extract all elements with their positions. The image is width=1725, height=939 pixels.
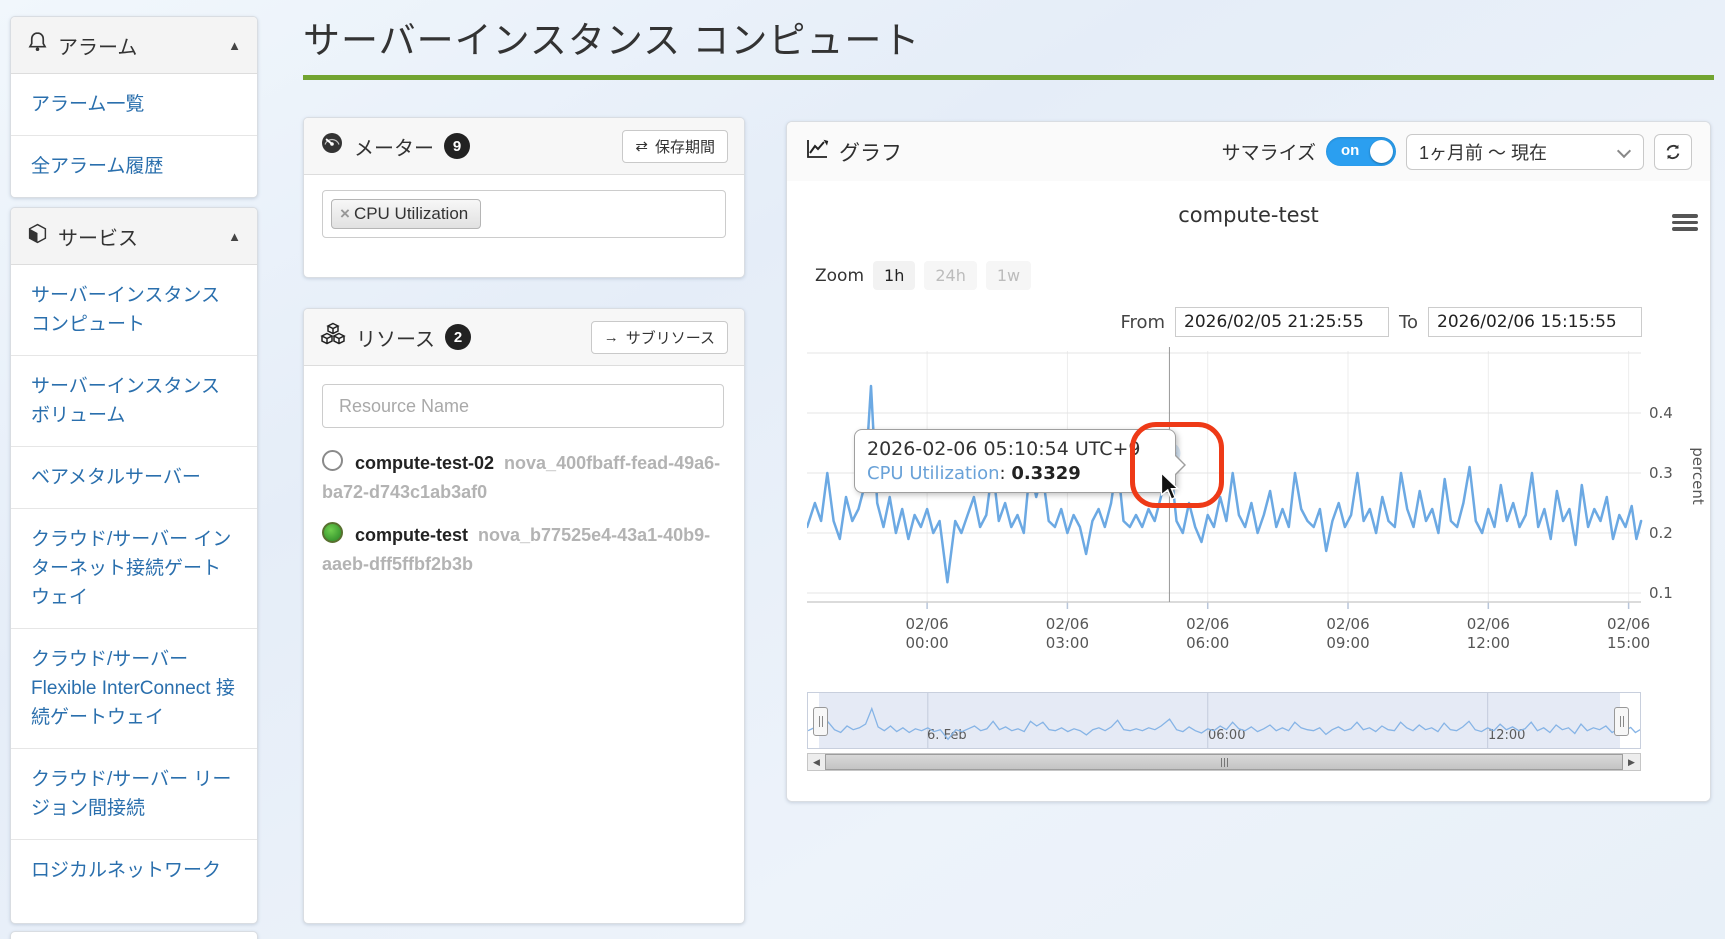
graph-panel: グラフ サマライズ on 1ヶ月前 〜 現在 compute-test Zoom… <box>786 121 1711 802</box>
cubes-icon <box>320 322 346 352</box>
summarize-label: サマライズ <box>1221 143 1316 164</box>
subresource-button[interactable]: → サブリソース <box>590 320 728 354</box>
meter-panel-title: メーター <box>354 137 434 160</box>
cube-icon <box>27 223 48 250</box>
tooltip-datetime: 2026-02-06 05:10:54 UTC+9 <box>867 438 1141 460</box>
graph-panel-title: グラフ <box>839 141 902 165</box>
swap-arrows-icon: ⇄ <box>635 138 648 155</box>
zoom-label: Zoom <box>815 265 865 286</box>
sidebar-service-card: サービス ▲ サーバーインスタンス コンピュート サーバーインスタンス ボリュー… <box>10 207 258 924</box>
from-datetime-input[interactable] <box>1175 307 1390 337</box>
sidebar-item-baremetal-server[interactable]: ベアメタルサーバー <box>11 447 257 509</box>
svg-text:02/0609:00: 02/06 09:00 <box>1326 615 1369 652</box>
zoom-24h-button: 24h <box>924 261 977 290</box>
radio-checked-icon[interactable] <box>322 522 343 543</box>
sidebar-item-server-instance-compute[interactable]: サーバーインスタンス コンピュート <box>11 265 257 356</box>
toggle-knob <box>1370 140 1393 163</box>
sidebar-section-service[interactable]: サービス ▲ <box>11 208 257 265</box>
to-label: To <box>1399 311 1418 333</box>
sidebar-item-alarm-list[interactable]: アラーム一覧 <box>11 74 257 136</box>
radio-unchecked-icon[interactable] <box>322 450 343 471</box>
sidebar-section-alarm-label: アラーム <box>58 36 138 59</box>
resource-count-badge: 2 <box>445 324 471 350</box>
tooltip-series: CPU Utilization <box>867 463 1000 484</box>
svg-text:02/0612:00: 02/06 12:00 <box>1467 615 1510 652</box>
monitoring-page: アラーム ▲ アラーム一覧 全アラーム履歴 サービス ▲ サーバーインスタンス … <box>0 0 1725 939</box>
summarize-toggle[interactable]: on <box>1326 137 1396 166</box>
sidebar-section-service-label: サービス <box>58 227 138 250</box>
sidebar-item-internet-gateway[interactable]: クラウド/サーバー インターネット接続ゲートウェイ <box>11 509 257 629</box>
sidebar-section-alarm[interactable]: アラーム ▲ <box>11 17 257 74</box>
resource-list: compute-test-02 nova_400fbaff-fead-49a6-… <box>322 449 726 593</box>
remove-chip-icon[interactable]: × <box>340 204 350 224</box>
refresh-button[interactable] <box>1654 133 1692 170</box>
chart-area[interactable]: compute-test Zoom 1h 24h 1w From To 02/0… <box>787 181 1710 801</box>
refresh-icon <box>1666 144 1680 159</box>
mouse-cursor-icon <box>1160 473 1180 501</box>
chart-title: compute-test <box>1178 203 1319 227</box>
time-range-select[interactable]: 1ヶ月前 〜 現在 <box>1406 133 1644 170</box>
svg-text:02/0606:00: 02/06 06:00 <box>1186 615 1229 652</box>
zoom-1w-button: 1w <box>985 261 1032 290</box>
to-datetime-input[interactable] <box>1428 307 1642 337</box>
scrollbar-thumb[interactable] <box>825 754 1623 770</box>
sidebar-item-logical-network[interactable]: ロジカルネットワーク <box>11 840 257 901</box>
chart-context-menu-icon[interactable] <box>1672 214 1698 234</box>
chart-line-icon <box>805 138 829 166</box>
collapse-caret-icon: ▲ <box>228 228 241 244</box>
chevron-down-icon <box>1616 143 1632 158</box>
resource-row-compute-test[interactable]: compute-test nova_b77525e4-43a1-40b9-aae… <box>322 521 726 579</box>
svg-text:0.4: 0.4 <box>1649 404 1673 422</box>
zoom-1h-button[interactable]: 1h <box>873 261 916 290</box>
resource-panel-title: リソース <box>356 328 435 351</box>
gauge-icon <box>320 131 344 161</box>
scrollbar-right-arrow[interactable]: ▶ <box>1623 754 1640 770</box>
tooltip-value: 0.3329 <box>1011 463 1081 484</box>
svg-text:0.3: 0.3 <box>1649 464 1673 482</box>
meter-chip: × CPU Utilization <box>331 199 482 229</box>
meter-select-box[interactable]: × CPU Utilization <box>322 190 726 238</box>
navigator-right-handle[interactable] <box>1614 707 1629 736</box>
page-title: サーバーインスタンス コンピュート <box>303 20 921 61</box>
retention-period-button[interactable]: ⇄ 保存期間 <box>622 129 728 163</box>
main-chart-svg[interactable]: 02/06 00:00 02/06 03:00 02/06 06:00 02/06 09:00… <box>807 341 1707 661</box>
sidebar-alarm-card: アラーム ▲ アラーム一覧 全アラーム履歴 <box>10 16 258 198</box>
chart-scrollbar[interactable]: ◀ ▶ <box>807 753 1641 771</box>
navigator-svg: 6. Feb 06:00 12:00 <box>808 693 1640 748</box>
meter-chip-label: CPU Utilization <box>353 204 469 223</box>
resource-row-compute-test-02[interactable]: compute-test-02 nova_400fbaff-fead-49a6-… <box>322 449 726 507</box>
toggle-on-label: on <box>1341 142 1360 159</box>
sidebar-item-alarm-history[interactable]: 全アラーム履歴 <box>11 136 257 197</box>
sidebar-item-fic-gateway[interactable]: クラウド/サーバー Flexible InterConnect 接続ゲートウェイ <box>11 629 257 749</box>
svg-text:0.1: 0.1 <box>1649 584 1673 602</box>
resource-panel: リソース 2 → サブリソース compute-test-02 nova_400… <box>303 308 745 924</box>
svg-text:percent: percent <box>1689 447 1707 505</box>
sidebar-item-inter-region[interactable]: クラウド/サーバー リージョン間接続 <box>11 749 257 840</box>
collapse-caret-icon: ▲ <box>228 37 241 53</box>
sidebar-item-server-instance-volume[interactable]: サーバーインスタンス ボリューム <box>11 356 257 447</box>
meter-count-badge: 9 <box>444 133 470 159</box>
svg-text:02/0600:00: 02/06 00:00 <box>905 615 948 652</box>
bell-icon <box>27 31 48 59</box>
chart-navigator[interactable]: 6. Feb 06:00 12:00 <box>807 692 1641 749</box>
svg-text:0.2: 0.2 <box>1649 524 1673 542</box>
navigator-left-handle[interactable] <box>813 707 828 736</box>
from-label: From <box>1120 311 1166 333</box>
scrollbar-left-arrow[interactable]: ◀ <box>808 754 825 770</box>
chart-tooltip: 2026-02-06 05:10:54 UTC+9 CPU Utilizatio… <box>854 429 1186 493</box>
svg-text:02/0603:00: 02/06 03:00 <box>1046 615 1089 652</box>
meter-panel: メーター 9 ⇄ 保存期間 × CPU Utilization <box>303 117 745 278</box>
title-underline <box>303 75 1714 80</box>
sidebar-next-card-stub <box>10 931 258 939</box>
resource-name-input[interactable] <box>322 384 724 428</box>
svg-text:02/0615:00: 02/06 15:00 <box>1607 615 1650 652</box>
arrow-right-icon: → <box>603 328 619 346</box>
